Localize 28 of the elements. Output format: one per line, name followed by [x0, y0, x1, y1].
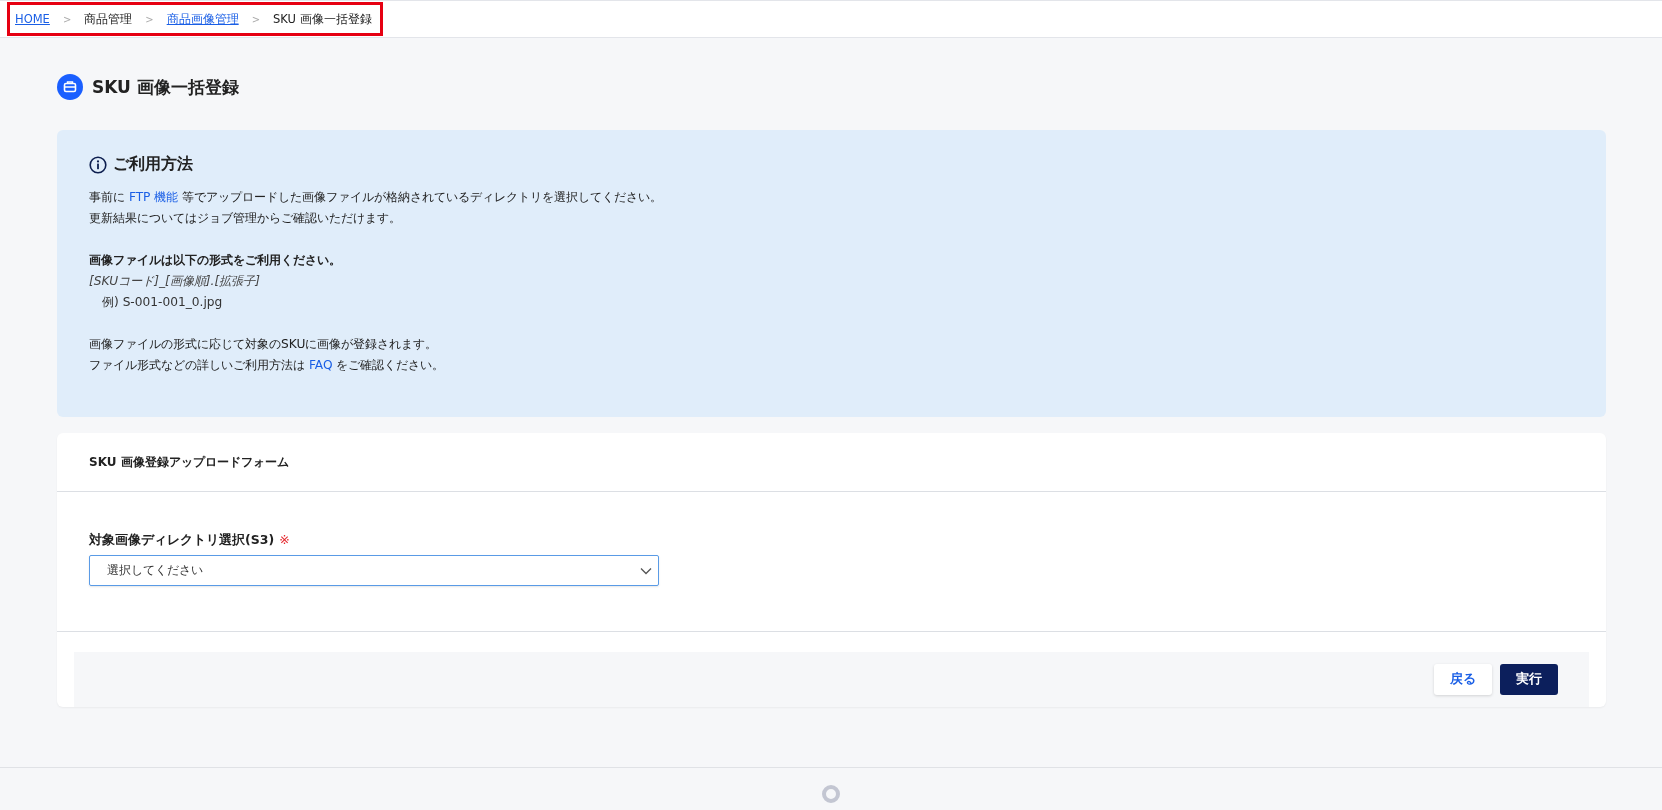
instruction-text: 画像ファイルは以下の形式をご利用ください。 [89, 252, 342, 269]
info-icon [89, 155, 107, 174]
breadcrumb-link[interactable]: HOME [15, 12, 50, 26]
text-link[interactable]: FTP 機能 [128, 190, 179, 204]
back-button[interactable]: 戻る [1434, 664, 1492, 695]
field-label: 対象画像ディレクトリ選択(S3) [89, 532, 275, 549]
breadcrumb-link[interactable]: 商品画像管理 [166, 11, 239, 27]
info-heading: ご利用方法 [113, 154, 193, 175]
directory-select[interactable]: 選択してください [89, 555, 659, 586]
form-title: SKU 画像登録アップロードフォーム [89, 453, 289, 471]
briefcase-icon [57, 74, 83, 100]
loading-spinner-icon [821, 784, 841, 804]
instruction-text: [SKUコード]_[画像順].[拡張子] [89, 273, 261, 290]
breadcrumb-separator: > [251, 13, 261, 25]
instruction-text: 事前に FTP 機能 等でアップロードした画像ファイルが格納されているディレクトリを選択してください。 [89, 189, 664, 206]
breadcrumb-separator: > [62, 13, 72, 25]
required-mark: ※ [279, 532, 290, 549]
instruction-text: ファイル形式などの詳しいご利用方法は FAQ をご確認ください。 [89, 357, 446, 374]
breadcrumb-current: SKU 画像一括登録 [273, 11, 372, 27]
instruction-text: 例) S-001-001_0.jpg [101, 294, 224, 311]
chevron-down-icon [640, 566, 652, 575]
breadcrumb-current: 商品管理 [84, 11, 133, 27]
instruction-text: 画像ファイルの形式に応じて対象のSKUに画像が登録されます。 [89, 336, 439, 353]
page-title: SKU 画像一括登録 [92, 75, 239, 99]
instruction-text: 更新結果についてはジョブ管理からご確認いただけます。 [89, 210, 402, 227]
breadcrumb-separator: > [145, 13, 154, 25]
execute-button[interactable]: 実行 [1500, 664, 1558, 695]
text-link[interactable]: FAQ [308, 358, 333, 372]
